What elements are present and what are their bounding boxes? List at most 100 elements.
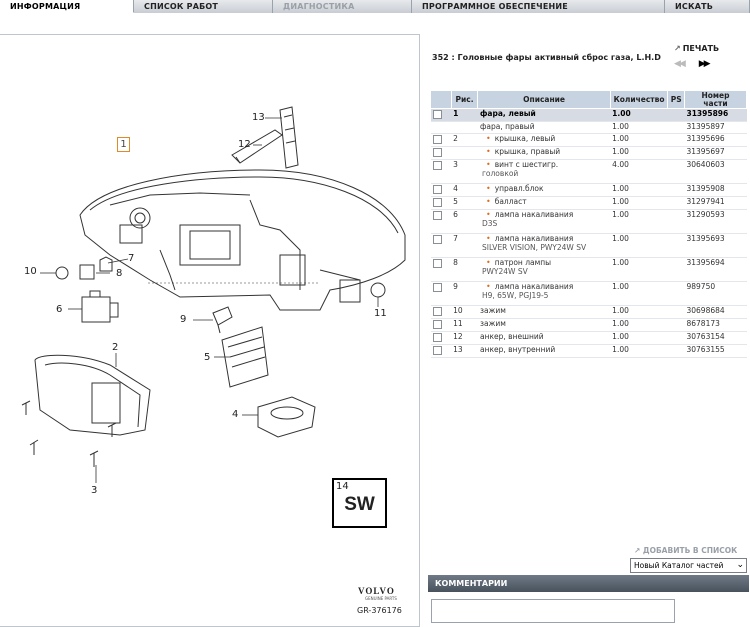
row-checkbox-cell	[430, 183, 452, 197]
bullet-icon: •	[485, 147, 491, 156]
header-pic[interactable]: Рис.	[450, 90, 479, 109]
row-description: • лампа накаливания SILVER VISION, PWY24W …	[477, 233, 611, 258]
row-checkbox[interactable]	[432, 346, 442, 355]
row-description: • управл.блок	[477, 183, 611, 197]
row-checkbox[interactable]	[432, 320, 442, 329]
callout-5[interactable]: 5	[204, 352, 210, 363]
print-button[interactable]: ↗ ПЕЧАТЬ	[674, 44, 719, 53]
callout-4[interactable]: 4	[232, 409, 238, 420]
callout-6[interactable]: 6	[56, 304, 62, 315]
row-pic: 10	[451, 305, 478, 319]
table-row[interactable]: 8 • патрон лампы PWY24W SV 1.00 31395694	[430, 257, 747, 282]
double-right-arrow-icon[interactable]: ▶▶	[699, 59, 711, 69]
row-quantity: 1.00	[610, 108, 668, 122]
add-to-list-button[interactable]: ↗ ДОБАВИТЬ В СПИСОК	[634, 546, 737, 555]
callout-11[interactable]: 11	[374, 308, 387, 319]
table-row[interactable]: 4 • управл.блок 1.00 31395908	[430, 183, 747, 197]
tab-search[interactable]: ИСКАТЬ	[665, 0, 750, 13]
row-checkbox[interactable]	[432, 333, 442, 342]
header-quantity[interactable]: Количество	[609, 90, 669, 109]
row-checkbox[interactable]	[432, 135, 442, 144]
row-checkbox[interactable]	[432, 307, 442, 316]
row-checkbox-cell	[430, 159, 452, 184]
row-pic: 12	[451, 331, 478, 345]
row-ps	[667, 331, 685, 345]
table-row[interactable]: 2 • крышка, левый 1.00 31395696	[430, 133, 747, 147]
row-pic: 13	[451, 344, 478, 358]
row-checkbox-cell	[430, 121, 452, 134]
row-quantity: 1.00	[610, 257, 668, 282]
bullet-icon: •	[485, 134, 491, 143]
row-quantity: 1.00	[610, 133, 668, 147]
row-checkbox[interactable]	[432, 148, 442, 157]
row-part-number: 30640603	[684, 159, 747, 184]
callout-8[interactable]: 8	[116, 268, 122, 279]
header-ps[interactable]: PS	[667, 90, 685, 109]
table-row[interactable]: 1 фара, левый 1.00 31395896	[430, 108, 747, 122]
row-ps	[667, 257, 685, 282]
comments-header: КОММЕНТАРИИ	[428, 575, 749, 592]
parts-panel: ↗ ПЕЧАТЬ 352 : Головные фары активный сбр…	[426, 34, 750, 627]
row-checkbox[interactable]	[432, 198, 442, 207]
row-description: зажим	[477, 305, 611, 319]
table-row[interactable]: 12 анкер, внешний 1.00 30763154	[430, 331, 747, 345]
comments-input[interactable]	[431, 599, 675, 623]
callout-7[interactable]: 7	[128, 253, 134, 264]
print-arrow-icon: ↗	[674, 44, 681, 53]
table-row[interactable]: 5 • балласт 1.00 31297941	[430, 196, 747, 210]
row-quantity: 1.00	[610, 146, 668, 160]
row-checkbox[interactable]	[432, 235, 442, 244]
callout-13[interactable]: 13	[252, 112, 265, 123]
row-part-number: 30763155	[684, 344, 747, 358]
tab-software[interactable]: ПРОГРАММНОЕ ОБЕСПЕЧЕНИЕ	[412, 0, 665, 13]
callout-2[interactable]: 2	[112, 342, 118, 353]
row-checkbox[interactable]	[432, 259, 442, 268]
row-description-detail: SILVER VISION, PWY24W SV	[481, 243, 587, 252]
table-row[interactable]: 9 • лампа накаливания H9, 65W, PGJ19-5 1.00 9…	[430, 281, 747, 306]
row-checkbox-cell	[430, 318, 452, 332]
row-pic: 1	[451, 108, 478, 122]
row-checkbox-cell	[430, 196, 452, 210]
table-row[interactable]: фара, правый 1.00 31395897	[430, 121, 747, 134]
table-row[interactable]: 13 анкер, внутренний 1.00 30763155	[430, 344, 747, 358]
row-description: зажим	[477, 318, 611, 332]
header-description[interactable]: Описание	[477, 90, 611, 109]
row-pic: 4	[451, 183, 478, 197]
selected-callout-1[interactable]: 1	[117, 137, 130, 152]
table-row[interactable]: 6 • лампа накаливания D3S 1.00 31290593	[430, 209, 747, 234]
callout-10[interactable]: 10	[24, 266, 37, 277]
row-checkbox-cell	[430, 133, 452, 147]
row-checkbox[interactable]	[432, 110, 442, 119]
table-row[interactable]: 11 зажим 1.00 8678173	[430, 318, 747, 332]
row-quantity: 1.00	[610, 281, 668, 306]
header-part-number[interactable]: Номер части	[683, 90, 748, 109]
row-part-number: 989750	[684, 281, 747, 306]
panel-title: 352 : Головные фары активный сброс газа,…	[432, 53, 661, 62]
row-pic: 6	[451, 209, 478, 234]
row-pic	[451, 121, 478, 134]
table-row[interactable]: • крышка, правый 1.00 31395697	[430, 146, 747, 160]
row-ps	[667, 281, 685, 306]
catalog-select[interactable]: Новый Каталог частей ⌄	[630, 558, 747, 573]
row-part-number: 31290593	[684, 209, 747, 234]
table-row[interactable]: 3 • винт с шестигр. головкой 4.00 30640603	[430, 159, 747, 184]
tab-work-list[interactable]: СПИСОК РАБОТ	[134, 0, 273, 13]
tab-diagnostics: ДИАГНОСТИКА	[273, 0, 412, 13]
table-row[interactable]: 10 зажим 1.00 30698684	[430, 305, 747, 319]
callout-12[interactable]: 12	[238, 139, 251, 150]
header-checkbox	[430, 90, 452, 109]
row-checkbox[interactable]	[432, 283, 442, 292]
genuine-parts-label: GENUINE PARTS	[365, 596, 397, 601]
callout-3[interactable]: 3	[91, 485, 97, 496]
row-checkbox[interactable]	[432, 161, 442, 170]
table-row[interactable]: 7 • лампа накаливания SILVER VISION, PWY24W…	[430, 233, 747, 258]
row-checkbox[interactable]	[432, 185, 442, 194]
callout-9[interactable]: 9	[180, 314, 186, 325]
tab-info[interactable]: ИНФОРМАЦИЯ	[0, 0, 134, 13]
row-checkbox[interactable]	[432, 211, 442, 220]
diagram-reference: GR-376176	[357, 606, 402, 615]
row-checkbox-cell	[430, 257, 452, 282]
row-description-detail: D3S	[481, 219, 498, 228]
row-checkbox-cell	[430, 209, 452, 234]
volvo-logo: VOLVO	[358, 586, 395, 596]
